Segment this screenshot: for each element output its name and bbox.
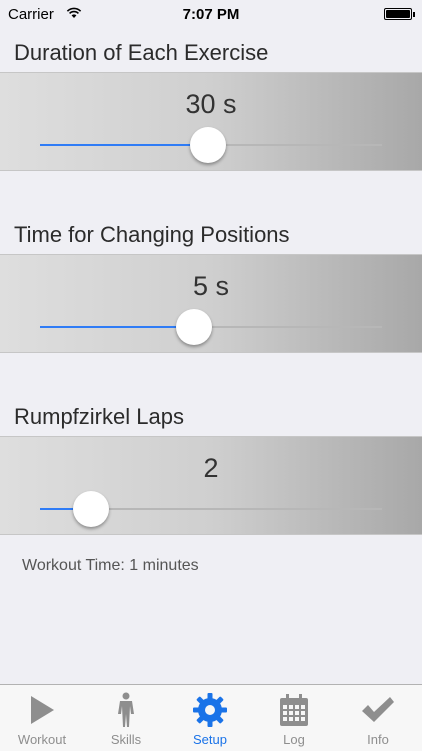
changing-positions-slider-fill xyxy=(40,326,194,328)
duration-value: 30 s xyxy=(185,89,237,119)
changing-positions-panel: 5 s xyxy=(0,254,422,353)
changing-positions-section-title: Time for Changing Positions xyxy=(14,222,290,247)
status-bar: Carrier 7:07 PM xyxy=(0,0,422,30)
changing-positions-value: 5 s xyxy=(192,271,230,301)
laps-value: 2 xyxy=(203,453,219,483)
duration-panel: 30 s xyxy=(0,72,422,171)
duration-slider-thumb[interactable] xyxy=(189,127,226,163)
duration-section-title: Duration of Each Exercise xyxy=(14,40,269,65)
tab-bar: Workout Skills Setup Log Info xyxy=(0,684,422,751)
tab-skills[interactable]: Skills xyxy=(84,685,168,751)
workout-time-label: Workout Time: 1 minutes xyxy=(22,557,199,574)
tab-workout[interactable]: Workout xyxy=(0,685,84,751)
duration-slider-fill xyxy=(40,144,208,146)
tab-info[interactable]: Info xyxy=(336,685,420,751)
laps-panel: 2 xyxy=(0,436,422,535)
play-icon xyxy=(0,691,84,729)
clock: 7:07 PM xyxy=(182,6,240,23)
tab-log-label: Log xyxy=(283,732,305,747)
tab-info-label: Info xyxy=(367,732,389,747)
tab-setup[interactable]: Setup xyxy=(168,685,252,751)
gear-icon xyxy=(168,691,252,729)
tab-workout-label: Workout xyxy=(17,732,67,747)
changing-positions-slider-thumb[interactable] xyxy=(175,309,212,345)
tab-setup-label: Setup xyxy=(193,732,227,747)
laps-section-title: Rumpfzirkel Laps xyxy=(14,404,184,429)
checkmark-icon xyxy=(336,691,420,729)
battery-icon xyxy=(384,8,415,20)
calendar-icon xyxy=(252,691,336,729)
tab-log[interactable]: Log xyxy=(252,685,336,751)
person-icon xyxy=(84,691,168,729)
laps-slider-thumb[interactable] xyxy=(73,491,110,527)
tab-skills-label: Skills xyxy=(110,732,142,747)
